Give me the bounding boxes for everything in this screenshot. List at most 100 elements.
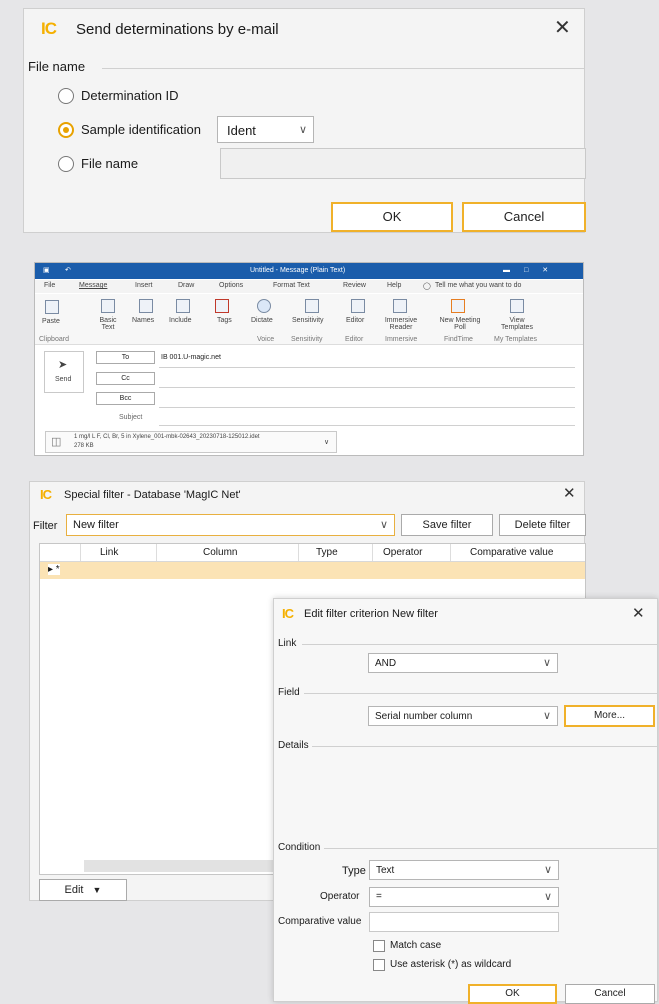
field-select[interactable]: Serial number column ∨ xyxy=(368,706,558,726)
bcc-button[interactable]: Bcc xyxy=(96,392,155,405)
col-divider xyxy=(450,544,451,561)
to-button[interactable]: To xyxy=(96,351,155,364)
view-templates-icon[interactable] xyxy=(510,299,524,313)
file-name-group-label: File name xyxy=(28,59,86,74)
to-underline xyxy=(159,367,575,368)
cc-underline xyxy=(159,387,575,388)
menu-draw[interactable]: Draw xyxy=(178,282,194,289)
sample-ident-select[interactable]: Ident ∨ xyxy=(217,116,314,143)
group-voice: Voice xyxy=(257,336,275,343)
edit-label: Edit xyxy=(64,884,84,896)
table-header: Link Column Type Operator Comparative va… xyxy=(40,544,585,562)
row-marker: ▸ * xyxy=(48,564,60,575)
close-icon[interactable]: ✕ xyxy=(632,606,645,621)
group-immersive: Immersive xyxy=(385,336,418,343)
menu-insert[interactable]: Insert xyxy=(135,282,153,289)
meeting-poll-icon[interactable] xyxy=(451,299,465,313)
col-column[interactable]: Column xyxy=(203,547,237,558)
menu-file[interactable]: File xyxy=(44,282,55,289)
ok-button[interactable]: OK xyxy=(331,202,453,232)
radio-determination-id-label: Determination ID xyxy=(81,88,179,103)
dialog-titlebar: IC Send determinations by e-mail ✕ xyxy=(24,9,584,47)
type-label: Type xyxy=(342,865,366,877)
sensitivity-icon[interactable] xyxy=(305,299,319,313)
new-meeting-poll-label[interactable]: New Meeting Poll xyxy=(437,317,483,331)
microphone-icon[interactable] xyxy=(257,299,271,313)
send-button[interactable]: ➤ Send xyxy=(44,351,84,393)
menu-message[interactable]: Message xyxy=(79,282,107,289)
menu-options[interactable]: Options xyxy=(219,282,243,289)
file-icon: ◫ xyxy=(51,436,62,448)
chevron-down-icon: ▼ xyxy=(92,885,102,895)
paste-icon[interactable] xyxy=(45,300,59,314)
ic-logo: IC xyxy=(282,606,294,621)
ok-button[interactable]: OK xyxy=(468,984,557,1004)
chevron-down-icon: ∨ xyxy=(379,518,388,531)
operator-select[interactable]: = ∨ xyxy=(369,887,559,907)
immersive-reader-icon[interactable] xyxy=(393,299,407,313)
editor-icon[interactable] xyxy=(351,299,365,313)
flag-icon[interactable] xyxy=(215,299,229,313)
cancel-button[interactable]: Cancel xyxy=(565,984,655,1004)
col-type[interactable]: Type xyxy=(316,547,338,558)
close-icon[interactable]: ✕ xyxy=(554,18,571,38)
comparative-value-input[interactable] xyxy=(369,912,559,932)
basic-text-label[interactable]: Basic Text xyxy=(93,317,123,331)
attachment-name: 1 mg/l L F, Cl, Br, 5 in Xylene_001-mbk-… xyxy=(74,434,260,440)
menu-format-text[interactable]: Format Text xyxy=(273,282,310,289)
undo-icon[interactable]: ↶ xyxy=(65,266,71,274)
wildcard-checkbox[interactable] xyxy=(373,959,385,971)
include-icon[interactable] xyxy=(176,299,190,313)
edit-criterion-title: Edit filter criterion New filter xyxy=(304,608,438,620)
close-icon[interactable]: ✕ xyxy=(563,486,576,501)
paste-label[interactable]: Paste xyxy=(42,318,60,325)
to-value[interactable]: IB 001.U-magic.net xyxy=(161,354,221,361)
file-name-input[interactable] xyxy=(220,148,586,179)
filter-select-value: New filter xyxy=(73,519,119,531)
group-divider xyxy=(324,848,657,849)
table-row[interactable]: ▸ * xyxy=(40,562,585,579)
sensitivity-label[interactable]: Sensitivity xyxy=(292,317,324,324)
radio-file-name[interactable] xyxy=(58,156,74,172)
save-filter-button[interactable]: Save filter xyxy=(401,514,493,536)
match-case-checkbox[interactable] xyxy=(373,940,385,952)
group-my-templates: My Templates xyxy=(494,336,538,343)
sample-ident-value: Ident xyxy=(227,123,256,138)
names-icon[interactable] xyxy=(139,299,153,313)
edit-filter-criterion-dialog: IC Edit filter criterion New filter ✕ Li… xyxy=(273,598,658,1004)
immersive-reader-label[interactable]: Immersive Reader xyxy=(383,317,419,331)
more-button[interactable]: More... xyxy=(564,705,655,727)
link-select[interactable]: AND ∨ xyxy=(368,653,558,673)
dictate-label[interactable]: Dictate xyxy=(251,317,273,324)
delete-filter-button[interactable]: Delete filter xyxy=(499,514,586,536)
tell-me-search[interactable]: Tell me what you want to do xyxy=(435,282,521,289)
radio-sample-identification[interactable] xyxy=(58,122,74,138)
menu-help[interactable]: Help xyxy=(387,282,401,289)
attachment-size: 278 KB xyxy=(74,443,94,449)
window-controls[interactable]: ▬□✕ xyxy=(503,266,562,274)
col-link[interactable]: Link xyxy=(100,547,118,558)
editor-label[interactable]: Editor xyxy=(346,317,364,324)
cc-button[interactable]: Cc xyxy=(96,372,155,385)
include-label[interactable]: Include xyxy=(169,317,192,324)
attachment-chip[interactable]: ◫ 1 mg/l L F, Cl, Br, 5 in Xylene_001-mb… xyxy=(45,431,337,453)
filter-select[interactable]: New filter ∨ xyxy=(66,514,395,536)
save-icon[interactable]: ▣ xyxy=(43,266,50,274)
cancel-button[interactable]: Cancel xyxy=(462,202,586,232)
match-case-label: Match case xyxy=(390,940,442,951)
names-label[interactable]: Names xyxy=(132,317,154,324)
outlook-message-window: ▣ ↶ Untitled - Message (Plain Text) ▬□✕ … xyxy=(34,262,584,456)
chevron-down-icon[interactable]: ∨ xyxy=(324,438,329,446)
edit-button[interactable]: Edit ▼ xyxy=(39,879,127,901)
tags-label[interactable]: Tags xyxy=(217,317,232,324)
view-templates-label[interactable]: View Templates xyxy=(499,317,535,331)
basic-text-icon[interactable] xyxy=(101,299,115,313)
col-divider xyxy=(298,544,299,561)
radio-determination-id[interactable] xyxy=(58,88,74,104)
menu-review[interactable]: Review xyxy=(343,282,366,289)
operator-label: Operator xyxy=(320,891,360,902)
link-select-value: AND xyxy=(375,658,397,669)
type-select[interactable]: Text ∨ xyxy=(369,860,559,880)
col-comparative-value[interactable]: Comparative value xyxy=(470,547,553,558)
col-operator[interactable]: Operator xyxy=(383,547,422,558)
